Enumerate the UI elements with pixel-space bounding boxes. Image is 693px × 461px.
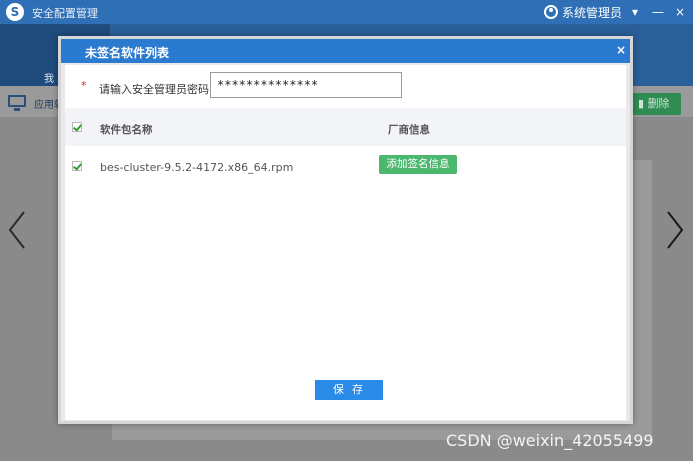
add-signature-button[interactable]: 添加签名信息 bbox=[379, 155, 457, 174]
table-header: 软件包名称 厂商信息 bbox=[65, 108, 626, 146]
user-name: 系统管理员 bbox=[562, 5, 623, 20]
dropdown-icon[interactable]: ▾ bbox=[627, 3, 643, 21]
user-icon bbox=[544, 5, 558, 19]
minimize-button[interactable]: — bbox=[650, 3, 666, 21]
column-header-vendor: 厂商信息 bbox=[388, 124, 430, 136]
row-checkbox[interactable] bbox=[72, 161, 82, 171]
required-mark: * bbox=[81, 79, 87, 92]
password-field[interactable] bbox=[210, 72, 402, 98]
trash-icon: ▮ bbox=[638, 97, 648, 110]
close-icon[interactable]: × bbox=[614, 42, 628, 58]
unsigned-software-dialog: 未签名软件列表 × * 请输入安全管理员密码： 软件包名称 厂商信息 bes-c… bbox=[58, 36, 633, 424]
chevron-left-icon[interactable] bbox=[6, 208, 28, 252]
dialog-body: * 请输入安全管理员密码： 软件包名称 厂商信息 bes-cluster-9.5… bbox=[65, 65, 626, 420]
user-menu[interactable]: 系统管理员 bbox=[544, 2, 622, 22]
package-name: bes-cluster-9.5.2-4172.x86_64.rpm bbox=[100, 161, 294, 174]
app-logo-icon: S bbox=[6, 3, 24, 21]
app-titlebar: S 安全配置管理 系统管理员 ▾ — × bbox=[0, 0, 693, 24]
delete-button[interactable]: ▮ 删除 bbox=[630, 93, 681, 115]
chevron-right-icon[interactable] bbox=[664, 208, 686, 252]
app-title: 安全配置管理 bbox=[32, 7, 98, 20]
save-button[interactable]: 保存 bbox=[315, 380, 383, 400]
column-header-package: 软件包名称 bbox=[100, 124, 153, 136]
dialog-header: 未签名软件列表 × bbox=[61, 39, 630, 63]
password-label: 请输入安全管理员密码： bbox=[99, 83, 220, 96]
select-all-checkbox[interactable] bbox=[72, 122, 82, 132]
watermark: CSDN @weixin_42055499 bbox=[446, 431, 654, 450]
monitor-icon bbox=[8, 95, 26, 111]
dialog-title: 未签名软件列表 bbox=[85, 46, 170, 60]
delete-label: 删除 bbox=[647, 97, 670, 110]
close-window-button[interactable]: × bbox=[672, 3, 688, 21]
nav-tile-label: 我 bbox=[44, 74, 54, 85]
